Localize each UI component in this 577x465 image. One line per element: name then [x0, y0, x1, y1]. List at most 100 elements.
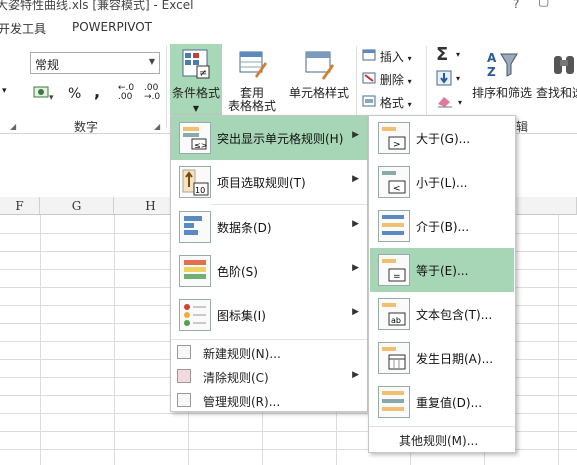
table-format-icon: [239, 51, 267, 78]
highlight-rules-submenu: > 大于(G)... < 小于(L)... 介于(B)... = 等于(E)..…: [368, 115, 516, 453]
submenu-item-less-than[interactable]: < 小于(L)...: [370, 160, 514, 204]
insert-icon: [362, 49, 376, 61]
chevron-right-icon: ▶: [352, 370, 359, 380]
chevron-down-icon[interactable]: ▾: [458, 98, 462, 107]
svg-text:≤>: ≤>: [194, 141, 207, 150]
number-group-label: 数字: [74, 120, 99, 134]
date-occurring-icon: [378, 342, 410, 374]
top-bottom-rules-icon: 10: [179, 166, 211, 198]
svg-text:ab: ab: [391, 316, 401, 325]
conditional-format-button[interactable]: ≠ 条件格式 ▼: [170, 44, 222, 116]
insert-button[interactable]: 插入 ▾: [362, 48, 412, 65]
eraser-icon: [177, 369, 191, 383]
greater-than-icon: >: [378, 122, 410, 154]
conditional-format-icon: ≠: [182, 49, 210, 79]
table-format-label-2: 表格格式: [227, 99, 276, 113]
equal-to-icon: =: [378, 254, 410, 286]
submenu-item-greater-than[interactable]: > 大于(G)...: [370, 116, 514, 160]
svg-text:=: =: [393, 272, 401, 282]
delete-button[interactable]: 删除 ▾: [362, 71, 412, 88]
chevron-down-icon[interactable]: ▾: [456, 50, 460, 59]
column-header-g[interactable]: G: [40, 197, 114, 215]
sort-filter-button[interactable]: A Z 排序和筛选: [470, 44, 534, 116]
format-icon: [362, 95, 376, 107]
new-rule-icon: [177, 345, 191, 359]
color-scales-icon: [179, 255, 211, 287]
autosum-icon[interactable]: Σ: [436, 44, 448, 65]
delete-icon: [362, 72, 376, 84]
submenu-item-duplicate-values[interactable]: 重复值(D)...: [370, 380, 514, 424]
increase-decimal-button[interactable]: ←.0 .00: [118, 84, 134, 102]
grid-line: [40, 215, 41, 465]
cell-style-button[interactable]: 单元格样式: [284, 44, 354, 116]
menu-divider: [171, 339, 367, 340]
submenu-item-equal-to[interactable]: = 等于(E)...: [370, 248, 514, 292]
svg-text:>: >: [393, 140, 401, 150]
menu-item-manage-rules[interactable]: 管理规则(R)...: [171, 389, 367, 411]
text-contains-icon: ab: [378, 298, 410, 330]
fill-icon[interactable]: [436, 70, 452, 89]
format-button[interactable]: 格式 ▾: [362, 94, 412, 111]
svg-text:10: 10: [195, 186, 205, 195]
grid-line: [558, 215, 559, 465]
sort-filter-icon: A Z: [487, 51, 518, 79]
conditional-format-menu: ≤> 突出显示单元格规则(H) ▶ 10 项目选取规则(T) ▶ 数据条(D) …: [170, 115, 368, 412]
chevron-down-icon[interactable]: ▾: [2, 86, 7, 96]
column-header-f[interactable]: F: [0, 197, 40, 215]
manage-rules-icon: [177, 393, 191, 407]
submenu-item-text-contains[interactable]: ab 文本包含(T)...: [370, 292, 514, 336]
format-as-table-button[interactable]: 套用 表格格式: [222, 44, 282, 116]
dialog-launcher-icon[interactable]: ◢: [154, 122, 160, 131]
tab-developer[interactable]: 开发工具: [0, 20, 46, 37]
ribbon-tabs: 开发工具 POWERPIVOT: [0, 14, 577, 42]
editing-group-label: 辑: [516, 120, 529, 134]
find-select-label: 查找和选: [536, 86, 577, 100]
icon-sets-icon: [179, 299, 211, 331]
percent-button[interactable]: %: [68, 86, 81, 102]
submenu-item-between[interactable]: 介于(B)...: [370, 204, 514, 248]
chevron-down-icon[interactable]: ▼: [149, 57, 155, 66]
group-separator: [166, 46, 167, 128]
menu-item-icon-sets[interactable]: 图标集(I) ▶: [171, 293, 367, 337]
format-label: 格式: [379, 96, 404, 110]
insert-label: 插入: [379, 50, 404, 64]
help-button[interactable]: ?: [513, 0, 519, 11]
number-format-combo[interactable]: 常规 ▼: [30, 52, 160, 74]
menu-item-highlight-rules[interactable]: ≤> 突出显示单元格规则(H) ▶: [171, 116, 367, 160]
conditional-format-label: 条件格式: [171, 86, 220, 100]
comma-button[interactable]: ,: [94, 82, 100, 101]
menu-item-data-bars[interactable]: 数据条(D) ▶: [171, 205, 367, 249]
dialog-launcher-icon[interactable]: ◢: [10, 122, 16, 131]
chevron-right-icon: ▶: [352, 174, 359, 184]
find-select-button[interactable]: 查找和选: [534, 44, 577, 116]
accounting-format-icon[interactable]: ▾: [33, 84, 57, 105]
cell-style-icon: [305, 51, 334, 80]
restore-button[interactable]: ▢: [538, 0, 549, 8]
svg-text:<: <: [393, 184, 401, 194]
chevron-down-icon[interactable]: ▾: [456, 74, 460, 83]
chevron-down-icon: ▼: [192, 104, 200, 113]
cell-style-label: 单元格样式: [288, 86, 349, 100]
svg-text:Z: Z: [487, 65, 496, 79]
tab-powerpivot[interactable]: POWERPIVOT: [72, 20, 152, 34]
between-icon: [378, 210, 410, 242]
less-than-icon: <: [378, 166, 410, 198]
chevron-right-icon: ▶: [352, 263, 359, 273]
submenu-item-more-rules[interactable]: 其他规则(M)...: [399, 432, 478, 449]
menu-item-clear-rules[interactable]: 清除规则(C) ▶: [171, 365, 367, 387]
menu-item-color-scales[interactable]: 色阶(S) ▶: [171, 249, 367, 293]
highlight-rules-icon: ≤>: [179, 122, 211, 154]
chevron-right-icon: ▶: [352, 219, 359, 229]
decrease-decimal-button[interactable]: .00 →.0: [144, 84, 160, 102]
menu-item-new-rule[interactable]: 新建规则(N)...: [171, 341, 367, 363]
svg-text:A: A: [487, 51, 497, 65]
binoculars-icon: [554, 56, 574, 74]
clear-icon[interactable]: [436, 94, 454, 111]
sort-filter-label: 排序和筛选: [471, 86, 532, 100]
submenu-item-date-occurring[interactable]: 发生日期(A)...: [370, 336, 514, 380]
menu-item-top-bottom-rules[interactable]: 10 项目选取规则(T) ▶: [171, 160, 367, 204]
number-format-value: 常规: [35, 58, 60, 72]
data-bars-icon: [179, 211, 211, 243]
menu-divider: [369, 426, 515, 427]
chevron-right-icon: ▶: [352, 130, 359, 140]
